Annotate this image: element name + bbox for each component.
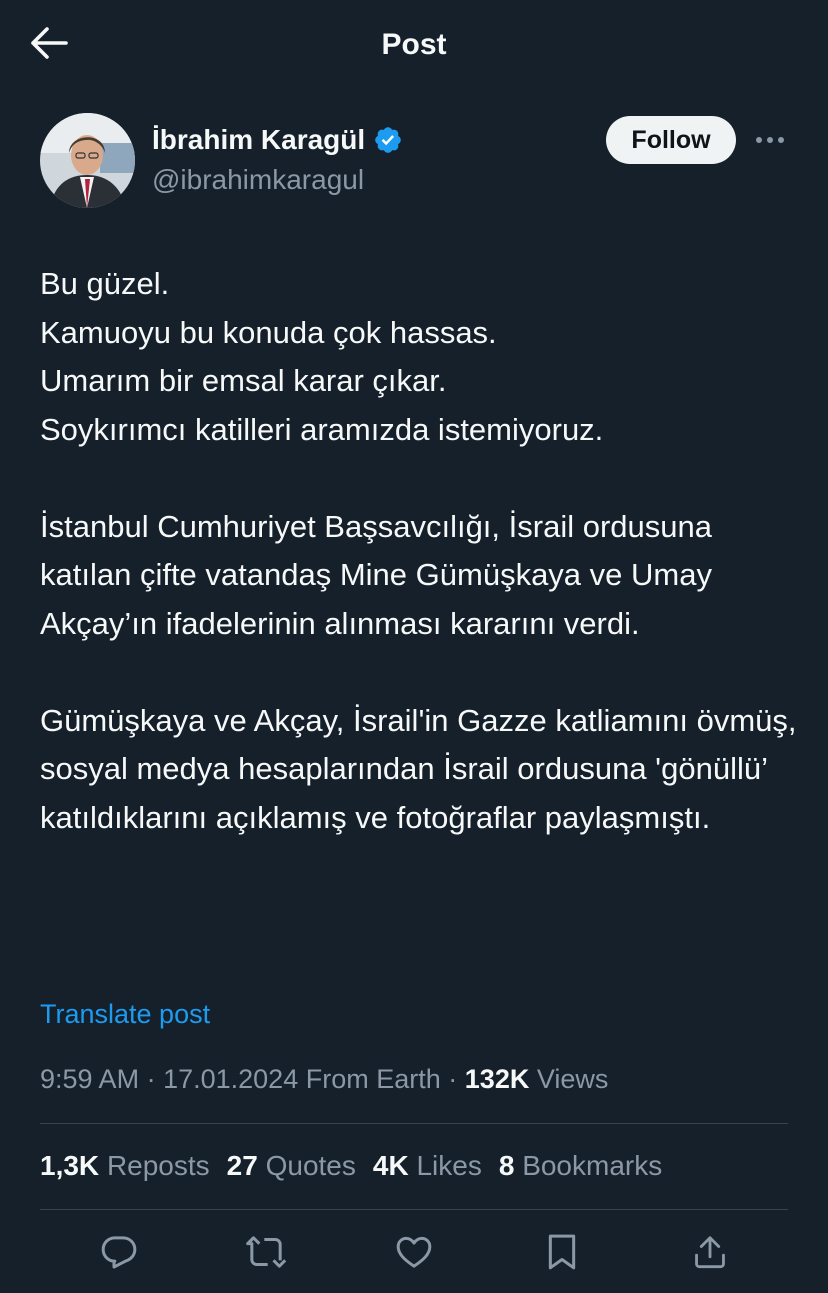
bookmark-icon: [544, 1232, 580, 1277]
quotes-stat[interactable]: 27 Quotes: [227, 1147, 356, 1185]
post-metadata: 9:59 AM · 17.01.2024 From Earth · 132K V…: [40, 1060, 608, 1098]
reposts-count: 1,3K: [40, 1150, 100, 1181]
translate-post-link[interactable]: Translate post: [40, 996, 210, 1032]
repost-button[interactable]: [244, 1230, 288, 1278]
follow-button[interactable]: Follow: [606, 116, 736, 164]
author-display-name[interactable]: İbrahim Karagül: [152, 122, 365, 158]
divider: [40, 1209, 788, 1210]
share-button[interactable]: [688, 1230, 732, 1278]
reposts-label: Reposts: [106, 1150, 210, 1181]
reposts-stat[interactable]: 1,3K Reposts: [40, 1147, 210, 1185]
verified-badge-icon: [373, 125, 403, 155]
divider: [40, 1123, 788, 1124]
author-name-row[interactable]: İbrahim Karagül: [152, 122, 403, 158]
views-label: Views: [536, 1064, 609, 1094]
page-title: Post: [381, 28, 447, 61]
repost-icon: [245, 1232, 287, 1277]
quotes-label: Quotes: [265, 1150, 356, 1181]
avatar[interactable]: [40, 113, 135, 208]
action-bar: [0, 1230, 828, 1280]
meta-separator: ·: [448, 1064, 465, 1094]
post-source: From Earth: [305, 1064, 441, 1094]
engagement-stats: 1,3K Reposts 27 Quotes 4K Likes 8 Bookma…: [40, 1147, 679, 1185]
quotes-count: 27: [226, 1150, 258, 1181]
share-icon: [691, 1232, 729, 1277]
reply-button[interactable]: [97, 1230, 141, 1278]
meta-separator: ·: [146, 1064, 164, 1094]
bookmarks-stat[interactable]: 8 Bookmarks: [499, 1147, 662, 1185]
bookmark-button[interactable]: [540, 1230, 584, 1278]
reply-icon: [99, 1232, 139, 1277]
more-horizontal-icon: [755, 131, 785, 149]
more-options-button[interactable]: [750, 122, 790, 158]
views-count: 132K: [464, 1064, 530, 1094]
like-button[interactable]: [392, 1230, 436, 1278]
post-text: Bu güzel. Kamuoyu bu konuda çok hassas. …: [40, 266, 797, 835]
bookmarks-label: Bookmarks: [522, 1150, 663, 1181]
likes-label: Likes: [416, 1150, 482, 1181]
author-handle[interactable]: @ibrahimkaragul: [152, 162, 364, 198]
likes-stat[interactable]: 4K Likes: [373, 1147, 482, 1185]
bookmarks-count: 8: [498, 1150, 515, 1181]
post-time[interactable]: 9:59 AM: [40, 1064, 139, 1094]
likes-count: 4K: [372, 1150, 409, 1181]
top-bar: Post: [0, 0, 828, 90]
post-date[interactable]: 17.01.2024: [163, 1064, 298, 1094]
heart-icon: [394, 1232, 434, 1277]
